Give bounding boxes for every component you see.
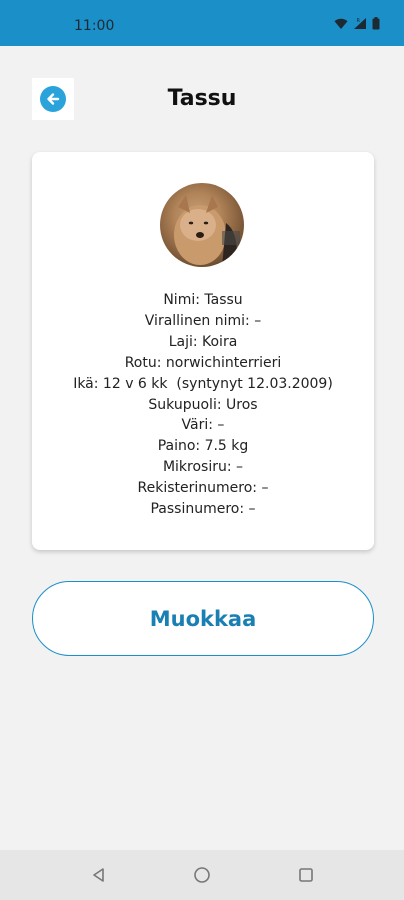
- header: Tassu: [0, 78, 404, 122]
- passport-number-line: Passinumero: –: [150, 501, 256, 518]
- signal-icon: R: [353, 17, 367, 30]
- edit-button-label: Muokkaa: [149, 606, 257, 631]
- status-bar: 11:00 R: [0, 0, 404, 46]
- status-time: 11:00: [74, 18, 115, 34]
- age-line: Ikä: 12 v 6 kk (syntynyt 12.03.2009): [73, 375, 333, 392]
- species-line: Laji: Koira: [168, 333, 238, 350]
- pet-info-card: Nimi: Tassu Virallinen nimi: – Laji: Koi…: [32, 152, 374, 550]
- edit-button[interactable]: Muokkaa: [32, 581, 374, 656]
- status-icons: R: [334, 17, 380, 30]
- registry-number-line: Rekisterinumero: –: [137, 480, 269, 497]
- triangle-back-icon[interactable]: [88, 864, 110, 886]
- weight-line: Paino: 7.5 kg: [157, 438, 249, 455]
- color-line: Väri: –: [181, 417, 225, 434]
- microchip-line: Mikrosiru: –: [162, 459, 244, 476]
- pet-avatar: [160, 183, 244, 267]
- wifi-icon: [334, 18, 348, 30]
- system-nav-bar: [0, 850, 404, 900]
- page-title: Tassu: [167, 86, 237, 111]
- svg-text:R: R: [357, 18, 361, 24]
- battery-icon: [372, 17, 380, 30]
- pet-details: Nimi: Tassu Virallinen nimi: – Laji: Koi…: [32, 290, 374, 520]
- pet-name-line: Nimi: Tassu: [163, 292, 243, 308]
- breed-line: Rotu: norwichinterrieri: [124, 354, 282, 371]
- official-name-line: Virallinen nimi: –: [144, 312, 262, 329]
- circle-home-icon[interactable]: [191, 864, 213, 886]
- square-recents-icon[interactable]: [295, 864, 317, 886]
- sex-line: Sukupuoli: Uros: [148, 396, 258, 413]
